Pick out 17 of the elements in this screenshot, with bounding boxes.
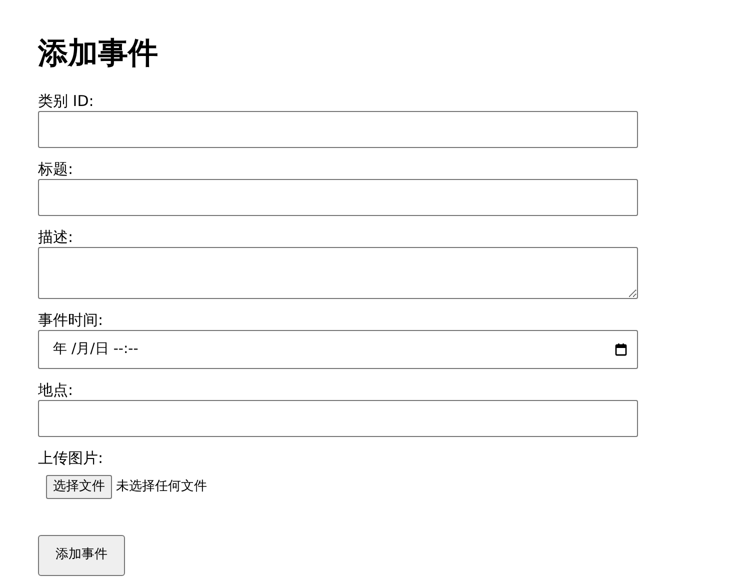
- field-label: 上传图片:: [38, 449, 104, 468]
- datetime-placeholder: 年 /月/日 --:--: [53, 340, 138, 359]
- field-label: 标题:: [38, 160, 74, 179]
- submit-button[interactable]: 添加事件: [38, 534, 125, 576]
- input-field[interactable]: [38, 400, 638, 437]
- input-field[interactable]: [38, 111, 638, 148]
- input-field[interactable]: [38, 179, 638, 216]
- file-status: 未选择任何文件: [116, 478, 207, 496]
- field-label: 地点:: [38, 381, 74, 400]
- field-label: 类别 ID:: [38, 92, 95, 111]
- choose-file-button[interactable]: 选择文件: [46, 475, 112, 498]
- calendar-icon[interactable]: [615, 343, 627, 356]
- page-title: 添加事件: [38, 36, 159, 72]
- field-label: 事件时间:: [38, 311, 104, 330]
- datetime-field[interactable]: 年 /月/日 --:--: [38, 330, 638, 369]
- field-label: 描述:: [38, 228, 74, 247]
- textarea-field[interactable]: [38, 247, 638, 299]
